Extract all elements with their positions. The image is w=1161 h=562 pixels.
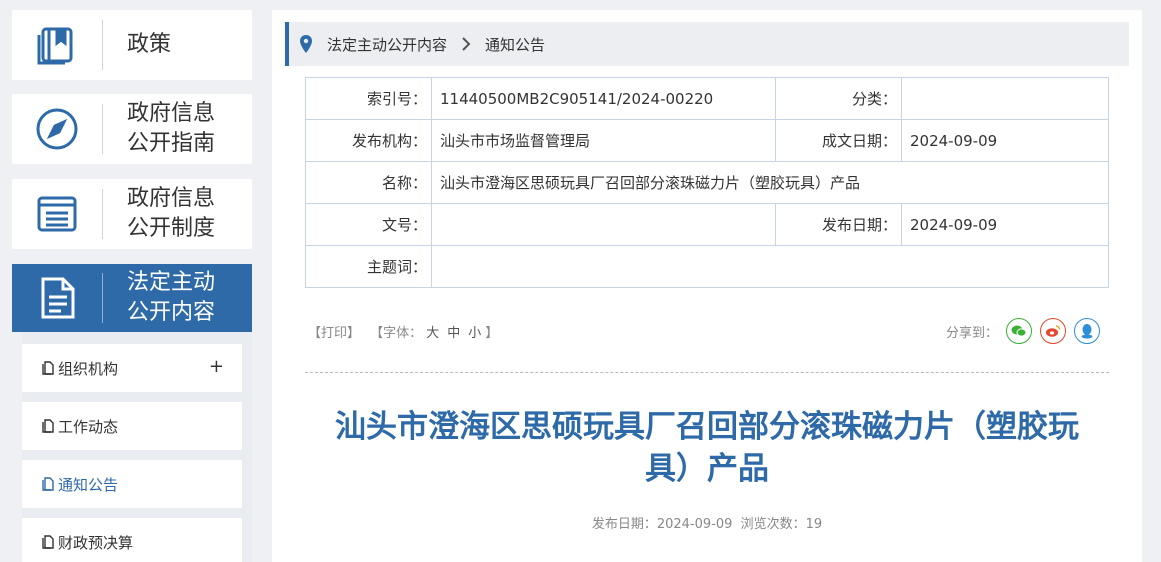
location-pin-icon — [300, 35, 312, 53]
publish-date-label: 发布日期： — [775, 203, 902, 246]
category-value — [901, 77, 1109, 120]
page-icon — [42, 477, 54, 491]
submenu: 组织机构 + 工作动态 通知公告 财政预决算 — [22, 332, 252, 562]
menu-statutory-content[interactable]: 法定主动 公开内容 — [12, 264, 252, 332]
keywords-label: 主题词： — [305, 245, 432, 288]
submenu-item-budget[interactable]: 财政预决算 — [22, 518, 242, 562]
document-icon — [12, 264, 102, 332]
font-large-link[interactable]: 大 — [426, 326, 439, 341]
index-label: 索引号： — [305, 77, 432, 120]
menu-policy[interactable]: 政策 — [12, 10, 252, 80]
article-title: 汕头市澄海区思硕玩具厂召回部分滚珠磁力片（塑胶玩具）产品 — [335, 409, 1079, 487]
name-value: 汕头市澄海区思硕玩具厂召回部分滚珠磁力片（塑胶玩具）产品 — [431, 161, 1109, 204]
expand-icon[interactable]: + — [209, 356, 224, 378]
menu-label: 法定主动 公开内容 — [127, 270, 216, 325]
qq-share-icon[interactable] — [1074, 318, 1100, 344]
submenu-label: 组织机构 — [58, 359, 119, 378]
wechat-share-icon[interactable] — [1006, 318, 1032, 344]
menu-label: 政府信息 公开制度 — [127, 186, 216, 241]
category-label: 分类： — [775, 77, 902, 120]
share-bar: 分享到： — [946, 318, 1100, 344]
table-row: 索引号： 11440500MB2C905141/2024-00220 分类： — [305, 77, 1109, 120]
written-date-label: 成文日期： — [775, 119, 902, 162]
submenu-label: 通知公告 — [58, 475, 119, 494]
article-tools: 【打印】 【字体：大中小】 — [308, 322, 498, 341]
menu-disclosure-system[interactable]: 政府信息 公开制度 — [12, 179, 252, 249]
publisher-label: 发布机构： — [305, 119, 432, 162]
font-size-prefix: 【字体： — [370, 326, 423, 341]
page-icon — [42, 535, 54, 549]
submenu-label: 财政预决算 — [58, 533, 134, 552]
breadcrumb-section[interactable]: 法定主动公开内容 — [327, 34, 447, 55]
table-row: 主题词： — [305, 245, 1109, 288]
weibo-share-icon[interactable] — [1040, 318, 1066, 344]
font-size-suffix: 】 — [485, 326, 499, 341]
submenu-item-notices[interactable]: 通知公告 — [22, 460, 242, 508]
doc-no-value — [431, 203, 776, 246]
main-content: 法定主动公开内容 通知公告 索引号： 11440500MB2C905141/20… — [272, 10, 1142, 562]
table-row: 名称： 汕头市澄海区思硕玩具厂召回部分滚珠磁力片（塑胶玩具）产品 — [305, 161, 1109, 204]
menu-label: 政府信息 公开指南 — [127, 101, 216, 156]
font-medium-link[interactable]: 中 — [447, 326, 460, 341]
submenu-item-organization[interactable]: 组织机构 + — [22, 344, 242, 392]
menu-disclosure-guide[interactable]: 政府信息 公开指南 — [12, 94, 252, 164]
divider — [305, 372, 1109, 373]
breadcrumb: 法定主动公开内容 通知公告 — [285, 22, 1129, 66]
article-meta: 发布日期：2024-09-09 浏览次数：19 — [591, 517, 823, 532]
policy-book-icon — [12, 10, 102, 80]
menu-label: 政策 — [127, 32, 172, 57]
submenu-label: 工作动态 — [58, 417, 119, 436]
list-doc-icon — [12, 179, 102, 249]
name-label: 名称： — [305, 161, 432, 204]
print-link[interactable]: 【打印】 — [308, 326, 360, 341]
submenu-item-work-news[interactable]: 工作动态 — [22, 402, 242, 450]
table-row: 发布机构： 汕头市市场监督管理局 成文日期： 2024-09-09 — [305, 119, 1109, 162]
page-icon — [42, 361, 54, 375]
font-small-link[interactable]: 小 — [468, 326, 481, 341]
chevron-right-icon — [462, 37, 471, 51]
keywords-value — [431, 245, 1109, 288]
written-date-value: 2024-09-09 — [901, 119, 1109, 162]
publish-date-value: 2024-09-09 — [901, 203, 1109, 246]
compass-icon — [12, 94, 102, 164]
doc-no-label: 文号： — [305, 203, 432, 246]
share-label: 分享到： — [945, 325, 998, 341]
index-value: 11440500MB2C905141/2024-00220 — [431, 77, 776, 120]
table-row: 文号： 发布日期： 2024-09-09 — [305, 203, 1109, 246]
breadcrumb-current[interactable]: 通知公告 — [485, 34, 545, 55]
publisher-value: 汕头市市场监督管理局 — [431, 119, 776, 162]
page-icon — [42, 419, 54, 433]
document-info-table: 索引号： 11440500MB2C905141/2024-00220 分类： 发… — [305, 77, 1109, 288]
